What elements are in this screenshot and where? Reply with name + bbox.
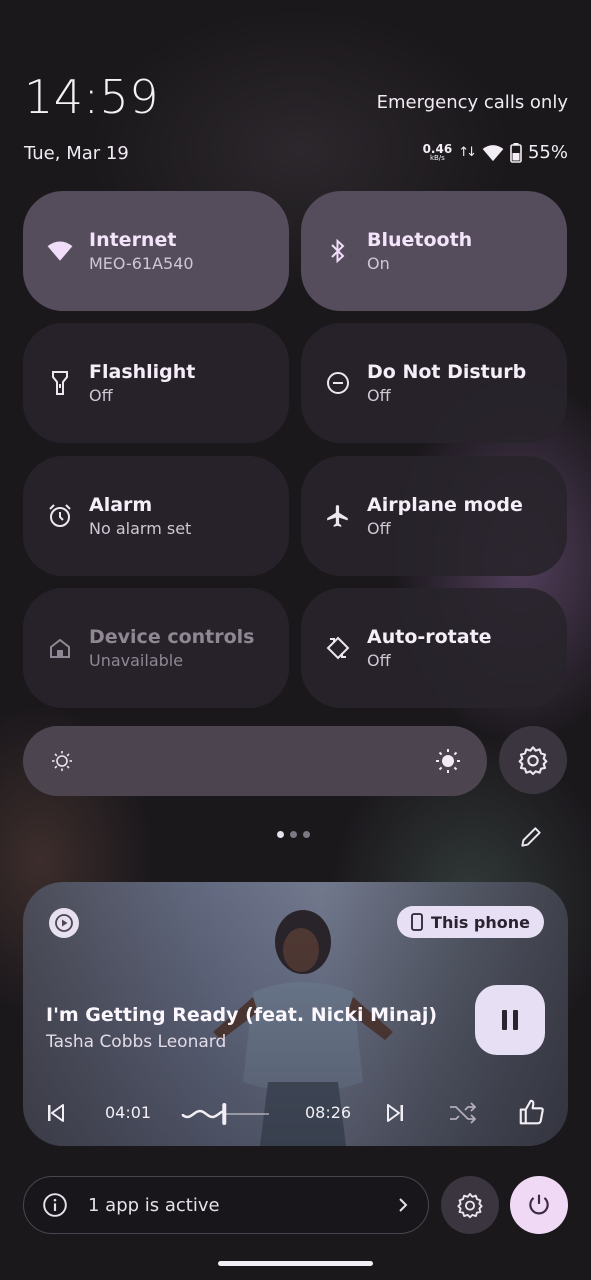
net-speed: 0.46 kB/s <box>423 143 453 162</box>
tile-subtitle: Off <box>367 651 391 670</box>
tile-title: Auto-rotate <box>367 626 492 648</box>
total-duration: 08:26 <box>305 1103 352 1122</box>
seek-bar[interactable] <box>181 1100 271 1128</box>
auto-rotate-icon <box>325 635 351 661</box>
tile-device-controls[interactable]: Device controls Unavailable <box>23 588 289 708</box>
tile-title: Do Not Disturb <box>367 361 527 383</box>
artist-name: Tasha Cobbs Leonard <box>46 1032 227 1052</box>
elapsed-time: 04:01 <box>105 1103 152 1122</box>
page-dot <box>277 831 284 838</box>
output-device-label: This phone <box>431 912 530 932</box>
tile-subtitle: No alarm set <box>89 519 192 538</box>
wifi-icon <box>47 238 73 264</box>
active-apps-label: 1 app is active <box>88 1194 220 1216</box>
next-button[interactable] <box>384 1102 406 1124</box>
tile-alarm[interactable]: Alarm No alarm set <box>23 456 289 576</box>
pause-icon <box>502 1010 518 1030</box>
date[interactable]: Tue, Mar 19 <box>24 143 129 164</box>
home-icon <box>47 635 73 661</box>
tile-internet[interactable]: Internet MEO-61A540 <box>23 191 289 311</box>
tile-flashlight[interactable]: Flashlight Off <box>23 323 289 443</box>
chevron-right-icon <box>399 1198 408 1212</box>
net-speed-unit: kB/s <box>429 154 445 162</box>
shuffle-button[interactable] <box>448 1101 478 1125</box>
media-app-icon[interactable] <box>49 908 79 938</box>
tile-title: Device controls <box>89 626 255 648</box>
tile-title: Airplane mode <box>367 494 523 516</box>
media-controls: 04:01 08:26 <box>23 1094 568 1134</box>
previous-button[interactable] <box>45 1102 67 1124</box>
page-dot <box>290 831 297 838</box>
do-not-disturb-icon <box>325 370 351 396</box>
tile-subtitle: Off <box>367 519 391 538</box>
seek-bar-progress <box>181 1109 224 1119</box>
status-icons: 0.46 kB/s ↑↓ 55% <box>423 142 568 163</box>
tile-subtitle: Off <box>367 386 391 405</box>
alarm-icon <box>47 503 73 529</box>
tile-auto-rotate[interactable]: Auto-rotate Off <box>301 588 567 708</box>
skip-previous-icon <box>48 1104 64 1122</box>
info-icon <box>43 1193 67 1217</box>
flashlight-icon <box>47 370 73 396</box>
tile-subtitle: On <box>367 254 390 273</box>
song-title: I'm Getting Ready (feat. Nicki Minaj) <box>46 1004 438 1026</box>
wifi-status-icon <box>482 144 504 161</box>
power-icon <box>529 1194 549 1215</box>
tile-do-not-disturb[interactable]: Do Not Disturb Off <box>301 323 567 443</box>
gear-icon <box>518 746 548 776</box>
like-button[interactable] <box>517 1097 547 1127</box>
tile-title: Internet <box>89 229 177 251</box>
settings-button[interactable] <box>441 1176 499 1234</box>
brightness-slider[interactable] <box>23 726 487 796</box>
battery-percent: 55% <box>527 142 568 163</box>
media-player-card[interactable]: This phone I'm Getting Ready (feat. Nick… <box>23 882 568 1146</box>
tile-airplane-mode[interactable]: Airplane mode Off <box>301 456 567 576</box>
active-apps-button[interactable]: 1 app is active <box>23 1176 429 1234</box>
skip-next-icon <box>387 1104 403 1122</box>
tile-bluetooth[interactable]: Bluetooth On <box>301 191 567 311</box>
clock[interactable]: 14:59 <box>24 70 159 124</box>
page-dot <box>303 831 310 838</box>
page-indicator <box>277 831 310 838</box>
tile-subtitle: MEO-61A540 <box>89 254 194 273</box>
phone-icon <box>411 913 423 931</box>
bluetooth-icon <box>325 238 351 264</box>
tile-title: Bluetooth <box>367 229 473 251</box>
seek-bar-thumb[interactable] <box>222 1103 227 1125</box>
brightness-low-icon <box>52 751 72 771</box>
carrier-status: Emergency calls only <box>376 92 568 113</box>
data-activity-icon: ↑↓ <box>458 145 477 160</box>
tile-title: Flashlight <box>89 361 196 383</box>
tile-subtitle: Unavailable <box>89 651 184 670</box>
tile-title: Alarm <box>89 494 153 516</box>
output-device-chip[interactable]: This phone <box>397 906 544 938</box>
shuffle-icon <box>450 1102 477 1124</box>
airplane-icon <box>325 503 351 529</box>
gesture-nav-bar[interactable] <box>218 1261 373 1266</box>
power-button[interactable] <box>510 1176 568 1234</box>
tile-subtitle: Off <box>89 386 113 405</box>
battery-icon <box>510 142 522 163</box>
display-settings-button[interactable] <box>499 726 567 794</box>
brightness-high-icon <box>436 749 460 773</box>
edit-pencil-icon[interactable] <box>518 824 544 850</box>
pause-button[interactable] <box>475 985 545 1055</box>
gear-icon <box>457 1192 483 1219</box>
thumbs-up-icon <box>519 1099 544 1125</box>
